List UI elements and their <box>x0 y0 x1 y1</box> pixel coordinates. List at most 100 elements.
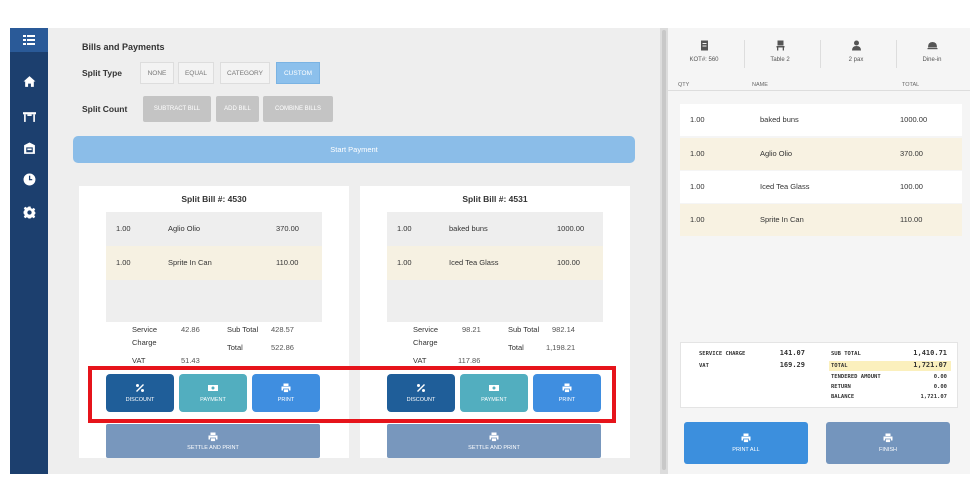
home-icon <box>23 75 35 87</box>
subtotal-value: 982.14 <box>552 325 575 334</box>
list-item[interactable]: 1.00 Sprite In Can 110.00 <box>106 246 322 280</box>
return-label: RETURN <box>831 384 851 390</box>
vat-label: VAT <box>132 356 146 365</box>
page-title: Bills and Payments <box>82 42 165 52</box>
vat-label: VAT <box>413 356 427 365</box>
service-charge-label: SERVICE CHARGE <box>699 351 746 357</box>
printer-icon <box>883 433 893 443</box>
split-bill-items: 1.00 baked buns 1000.00 1.00 Iced Tea Gl… <box>387 212 603 322</box>
item-name: Iced Tea Glass <box>449 258 499 267</box>
printer-icon <box>489 432 499 442</box>
balance-value: 1,721.07 <box>920 394 948 400</box>
kot-number: KOT#: 560 <box>689 57 719 63</box>
item-total: 370.00 <box>900 149 923 158</box>
item-qty: 1.00 <box>397 224 412 233</box>
total-label: TOTAL <box>831 363 848 369</box>
scrollbar-thumb[interactable] <box>662 30 666 470</box>
return-value: 0.00 <box>933 384 947 390</box>
subtract-bill-button[interactable]: SUBTRACT BILL <box>143 96 211 122</box>
total-value: 522.86 <box>271 343 294 352</box>
service-charge-value: 98.21 <box>462 325 481 334</box>
subtotal-label: Sub Total <box>227 325 259 334</box>
item-qty: 1.00 <box>116 258 131 267</box>
dashboard-icon <box>23 142 35 154</box>
service-mode-info: Dine-in <box>902 40 962 63</box>
sub-total-value: 1,410.71 <box>913 349 947 357</box>
list-item[interactable]: 1.00 baked buns 1000.00 <box>387 212 603 246</box>
totals-summary: SERVICE CHARGE 141.07 VAT 169.29 SUB TOT… <box>680 342 958 408</box>
divider <box>896 40 897 68</box>
balance-label: BALANCE <box>831 394 855 400</box>
item-total: 1000.00 <box>900 115 928 124</box>
divider <box>668 90 970 91</box>
highlight-box <box>88 366 616 423</box>
split-type-equal-button[interactable]: EQUAL <box>178 62 214 84</box>
settle-and-print-button[interactable]: SETTLE AND PRINT <box>106 424 320 458</box>
clock-icon <box>23 173 35 185</box>
item-name: Iced Tea Glass <box>760 182 810 191</box>
item-total: 110.00 <box>900 215 923 224</box>
subtotal-label: Sub Total <box>508 325 540 334</box>
vat-label: VAT <box>699 363 709 369</box>
sidebar <box>10 28 48 474</box>
item-name: Sprite In Can <box>168 258 212 267</box>
item-qty: 1.00 <box>116 224 131 233</box>
divider <box>820 40 821 68</box>
person-icon <box>851 40 861 51</box>
table-name: Table 2 <box>770 57 790 63</box>
start-payment-button[interactable]: Start Payment <box>73 136 635 163</box>
service-charge-value: 141.07 <box>779 349 805 357</box>
tendered-amount-label: TENDERED AMOUNT <box>831 374 881 380</box>
grid-menu-button[interactable] <box>10 28 48 52</box>
total-label: Total <box>227 343 243 352</box>
split-type-none-button[interactable]: NONE <box>140 62 174 84</box>
column-header-qty: QTY <box>678 82 690 88</box>
total-value: 1,198.21 <box>546 343 576 352</box>
printer-icon <box>208 432 218 442</box>
sidebar-item-tables[interactable] <box>10 105 48 127</box>
add-bill-button[interactable]: ADD BILL <box>216 96 259 122</box>
split-type-label: Split Type <box>82 68 122 78</box>
table-row[interactable]: 1.00 Aglio Olio 370.00 <box>680 138 962 170</box>
table-icon <box>22 111 36 122</box>
item-name: baked buns <box>449 224 488 233</box>
print-all-button[interactable]: PRINT ALL <box>684 422 808 464</box>
item-name: Aglio Olio <box>760 149 793 158</box>
service-label: Service <box>413 325 439 334</box>
sidebar-item-home[interactable] <box>10 70 48 92</box>
grid-icon <box>23 35 35 45</box>
split-type-category-button[interactable]: CATEGORY <box>220 62 270 84</box>
pax-count: 2 pax <box>848 57 864 63</box>
settle-and-print-button[interactable]: SETTLE AND PRINT <box>387 424 601 458</box>
list-item[interactable]: 1.00 Aglio Olio 370.00 <box>106 212 322 246</box>
table-info: Table 2 <box>750 40 810 63</box>
receipt-icon <box>700 40 708 51</box>
sub-total-label: SUB TOTAL <box>831 351 861 357</box>
divider <box>744 40 745 68</box>
item-name: Sprite In Can <box>760 215 804 224</box>
pax-info: 2 pax <box>826 40 886 63</box>
gear-icon <box>23 206 35 218</box>
item-total: 100.00 <box>557 258 580 267</box>
finish-button[interactable]: FINISH <box>826 422 950 464</box>
item-total: 110.00 <box>276 258 299 267</box>
sidebar-item-settings[interactable] <box>10 201 48 223</box>
scrollbar[interactable] <box>660 28 668 474</box>
sidebar-item-history[interactable] <box>10 168 48 190</box>
table-row[interactable]: 1.00 baked buns 1000.00 <box>680 104 962 136</box>
chair-icon <box>776 40 784 51</box>
sidebar-item-dashboard[interactable] <box>10 137 48 159</box>
list-item[interactable]: 1.00 Iced Tea Glass 100.00 <box>387 246 603 280</box>
split-type-custom-button[interactable]: CUSTOM <box>276 62 320 84</box>
total-value: 1,721.07 <box>913 361 947 369</box>
combine-bills-button[interactable]: COMBINE BILLS <box>263 96 333 122</box>
service-label: Service <box>132 325 158 334</box>
finish-label: FINISH <box>878 447 898 453</box>
table-row[interactable]: 1.00 Iced Tea Glass 100.00 <box>680 171 962 203</box>
item-qty: 1.00 <box>690 215 705 224</box>
split-count-label: Split Count <box>82 104 128 114</box>
table-row[interactable]: 1.00 Sprite In Can 110.00 <box>680 204 962 236</box>
item-name: baked buns <box>760 115 799 124</box>
total-label: Total <box>508 343 524 352</box>
printer-icon <box>741 433 751 443</box>
